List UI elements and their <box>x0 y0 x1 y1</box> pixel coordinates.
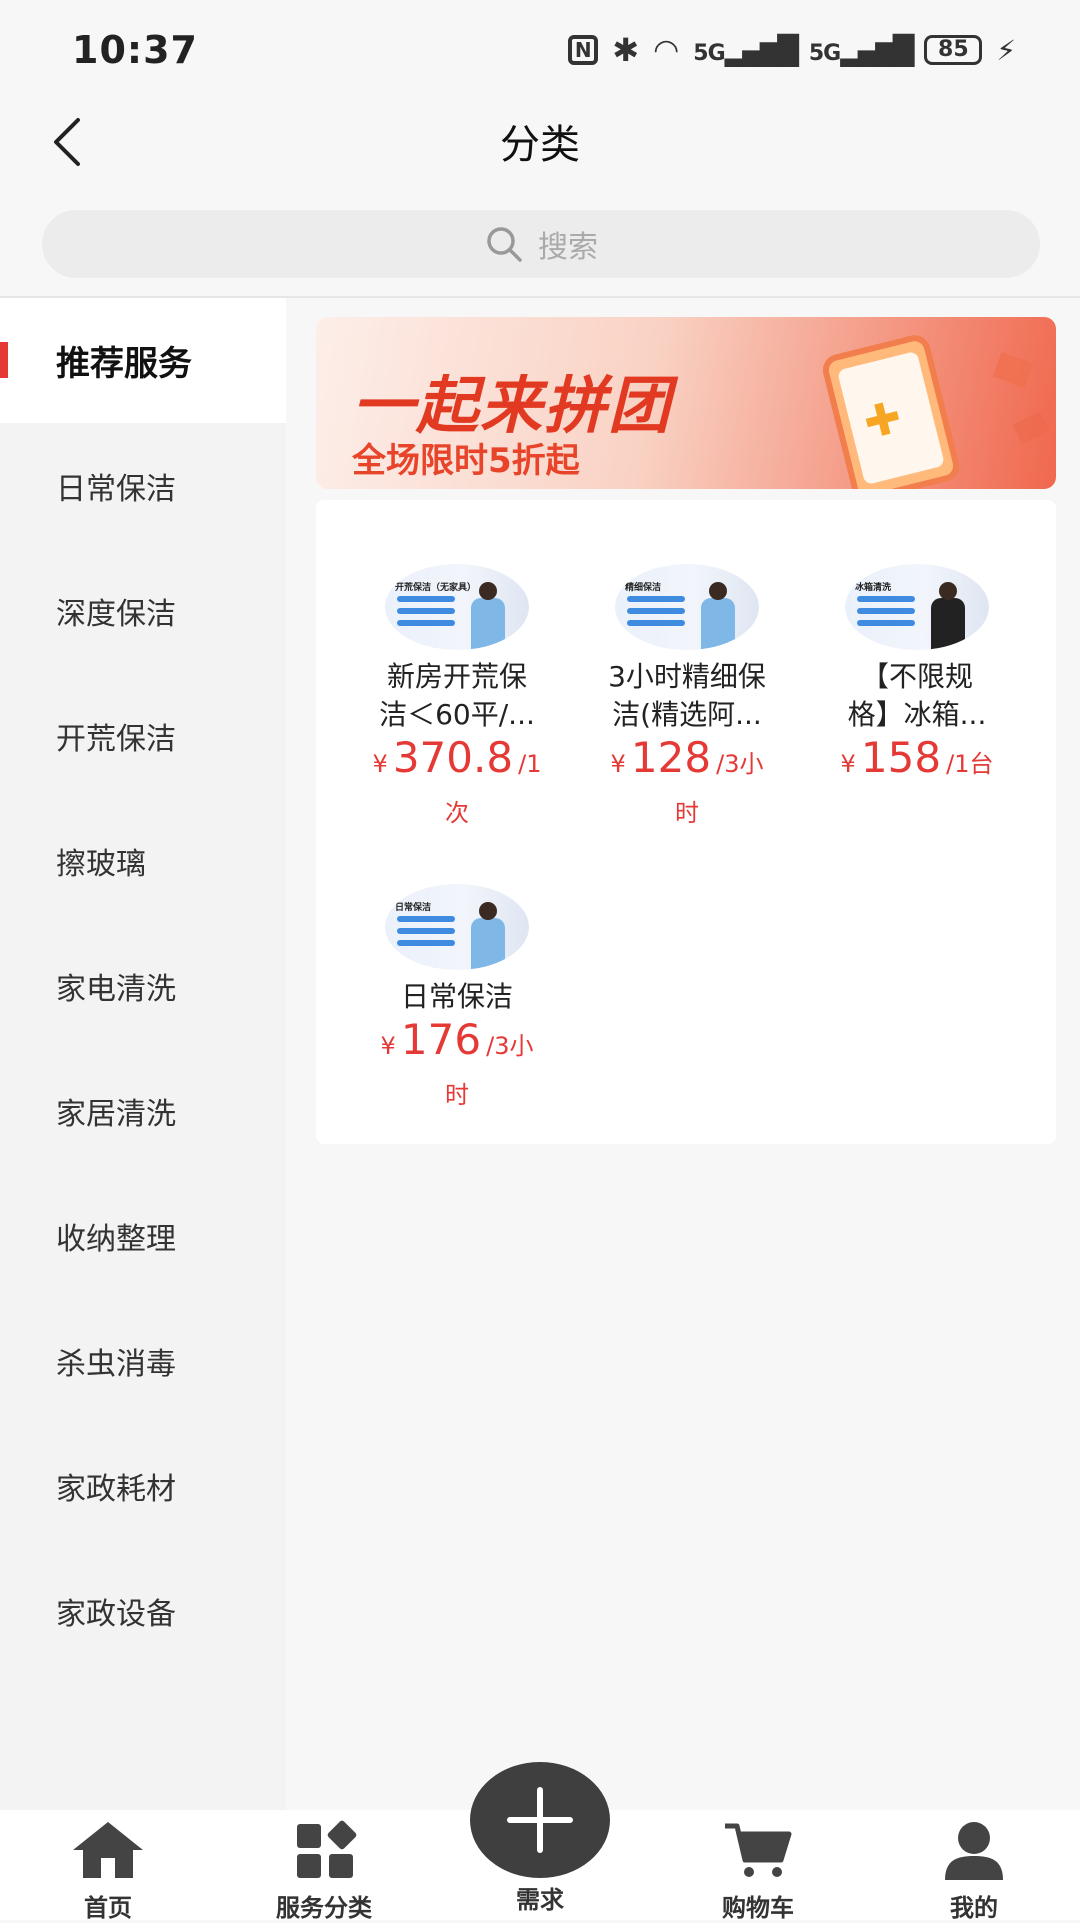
product-card[interactable]: 冰箱清洗 【不限规 格】冰箱... ¥ 158 /1台 <box>802 564 1032 787</box>
tab-service-category[interactable]: 服务分类 <box>244 1820 404 1923</box>
sidebar-item-equipment[interactable]: 家政设备 <box>0 1548 286 1673</box>
product-panel: 开荒保洁（无家具） 新房开荒保 洁＜60平/... ¥ 370.8 /1 次 精… <box>316 500 1056 1144</box>
bluetooth-icon: ✱ <box>612 31 640 69</box>
status-icons: N ✱ ◠ 5G▂▄▆█ 5G▂▄▆█ 85 ⚡ <box>568 30 1016 70</box>
tab-home[interactable]: 首页 <box>28 1820 188 1923</box>
cart-icon <box>725 1823 792 1877</box>
sidebar-item-window-cleaning[interactable]: 擦玻璃 <box>0 798 286 923</box>
product-name: 【不限规 格】冰箱... <box>802 658 1032 734</box>
battery-icon: 85 <box>924 35 983 65</box>
price-amount: 128 <box>630 733 712 782</box>
status-time: 10:37 <box>72 28 198 72</box>
tab-label-request[interactable]: 需求 <box>470 1880 610 1915</box>
currency-symbol: ¥ <box>380 1032 396 1060</box>
product-name: 新房开荒保 洁＜60平/... <box>342 658 572 734</box>
product-name: 3小时精细保 洁(精选阿... <box>572 658 802 734</box>
product-thumbnail: 开荒保洁（无家具） <box>385 564 529 650</box>
product-name-line2: 洁(精选阿... <box>612 698 762 731</box>
home-icon <box>73 1822 143 1878</box>
page-title: 分类 <box>500 122 580 168</box>
price-unit-wrap: 时 <box>445 1081 469 1109</box>
currency-symbol: ¥ <box>372 750 388 778</box>
wifi-icon: ◠ <box>653 32 680 68</box>
price-unit: /3小 <box>486 1032 534 1060</box>
decoration <box>1012 411 1050 445</box>
product-name-line2: 洁＜60平/... <box>379 698 535 731</box>
sidebar-item-deep-cleaning[interactable]: 深度保洁 <box>0 548 286 673</box>
thumbnail-caption: 日常保洁 <box>395 903 432 913</box>
product-price: ¥ 176 /3小 时 <box>342 1019 572 1115</box>
tab-label-cart: 购物车 <box>722 1894 794 1922</box>
product-price: ¥ 158 /1台 <box>802 737 1032 787</box>
sidebar-item-pest-control[interactable]: 杀虫消毒 <box>0 1298 286 1423</box>
thumbnail-caption: 精细保洁 <box>625 583 662 593</box>
price-unit: /1 <box>518 750 542 778</box>
tab-mine[interactable]: 我的 <box>894 1820 1054 1923</box>
sidebar-item-organizing[interactable]: 收纳整理 <box>0 1173 286 1298</box>
banner-title: 一起来拼团 <box>352 369 673 442</box>
product-name-line1: 新房开荒保 <box>386 660 527 693</box>
decoration <box>992 351 1034 389</box>
sidebar-item-appliance-cleaning[interactable]: 家电清洗 <box>0 923 286 1048</box>
sidebar-item-recommended[interactable]: 推荐服务 <box>0 298 286 423</box>
search-input[interactable]: 搜索 <box>42 210 1040 278</box>
network-label-2: 5G <box>808 40 841 66</box>
phone-illustration: ✚ <box>819 331 963 489</box>
search-placeholder: 搜索 <box>538 230 598 265</box>
price-unit: /3小 <box>716 750 764 778</box>
product-thumbnail: 精细保洁 <box>615 564 759 650</box>
product-price: ¥ 370.8 /1 次 <box>342 737 572 833</box>
nfc-icon: N <box>568 35 599 65</box>
price-amount: 158 <box>860 733 942 782</box>
network-label-1: 5G <box>693 40 725 66</box>
product-name-line1: 日常保洁 <box>400 980 513 1013</box>
price-amount: 370.8 <box>392 733 514 782</box>
category-sidebar: 推荐服务 日常保洁 深度保洁 开荒保洁 擦玻璃 家电清洗 家居清洗 收纳整理 杀… <box>0 298 286 1810</box>
back-button[interactable] <box>44 112 94 172</box>
user-icon <box>945 1822 1003 1880</box>
currency-symbol: ¥ <box>840 750 856 778</box>
currency-symbol: ¥ <box>610 750 626 778</box>
signal-icon-2: 5G▂▄▆█ <box>808 33 915 67</box>
sidebar-item-home-cleaning[interactable]: 家居清洗 <box>0 1048 286 1173</box>
signal-icon: 5G▂▄▆█ <box>693 33 799 67</box>
product-card[interactable]: 开荒保洁（无家具） 新房开荒保 洁＜60平/... ¥ 370.8 /1 次 <box>342 564 572 833</box>
add-request-button[interactable] <box>470 1762 610 1878</box>
sidebar-item-daily-cleaning[interactable]: 日常保洁 <box>0 423 286 548</box>
price-unit-wrap: 时 <box>675 799 699 827</box>
product-name-line1: 【不限规 <box>860 660 973 693</box>
category-icon <box>297 1820 357 1878</box>
tab-label-home: 首页 <box>84 1894 132 1922</box>
tab-label-category: 服务分类 <box>276 1894 372 1922</box>
price-unit: /1台 <box>946 750 994 778</box>
thumbnail-caption: 冰箱清洗 <box>855 583 892 593</box>
product-price: ¥ 128 /3小 时 <box>572 737 802 833</box>
tab-cart[interactable]: 购物车 <box>678 1820 838 1923</box>
sidebar-item-new-house-cleaning[interactable]: 开荒保洁 <box>0 673 286 798</box>
product-thumbnail: 冰箱清洗 <box>845 564 989 650</box>
product-thumbnail: 日常保洁 <box>385 884 529 970</box>
sidebar-item-supplies[interactable]: 家政耗材 <box>0 1423 286 1548</box>
search-icon <box>487 227 522 262</box>
plus-icon <box>507 1787 573 1853</box>
product-name-line1: 3小时精细保 <box>608 660 766 693</box>
product-name: 日常保洁 <box>342 978 572 1016</box>
product-card[interactable]: 精细保洁 3小时精细保 洁(精选阿... ¥ 128 /3小 时 <box>572 564 802 833</box>
price-amount: 176 <box>400 1015 482 1064</box>
group-buy-banner[interactable]: 一起来拼团 全场限时5折起 ✚ <box>316 317 1056 489</box>
thumbnail-caption: 开荒保洁（无家具） <box>395 583 477 593</box>
tab-label-mine: 我的 <box>950 1894 998 1922</box>
charging-icon: ⚡ <box>996 33 1016 67</box>
product-name-line2: 格】冰箱... <box>847 698 987 731</box>
chevron-left-icon <box>54 118 80 166</box>
price-unit-wrap: 次 <box>445 799 469 827</box>
banner-subtitle: 全场限时5折起 <box>352 441 580 481</box>
product-card[interactable]: 日常保洁 日常保洁 ¥ 176 /3小 时 <box>342 884 572 1115</box>
